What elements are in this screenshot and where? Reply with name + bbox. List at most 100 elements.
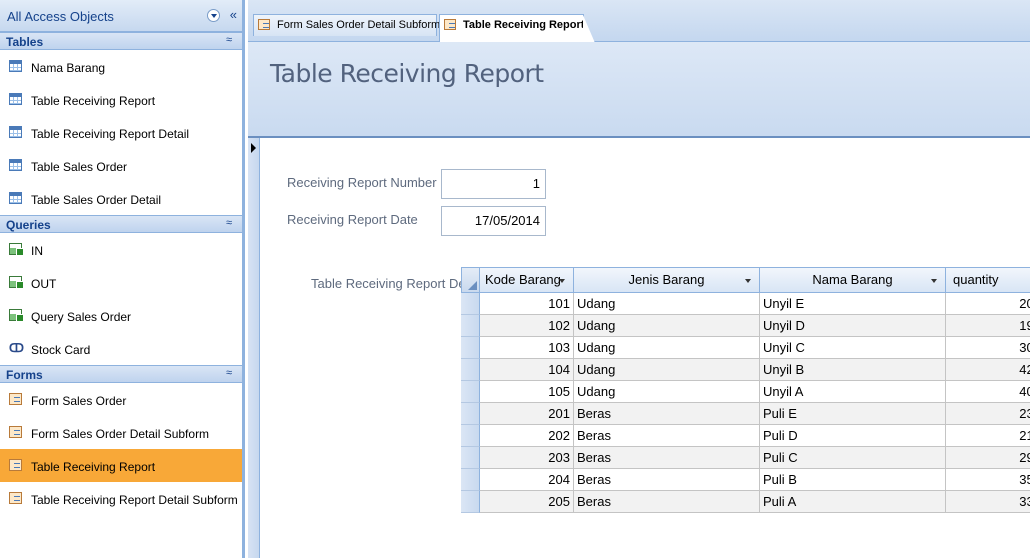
row-selector[interactable]: [461, 469, 480, 491]
chevron-up-icon[interactable]: ≈: [226, 34, 232, 46]
jenis-barang-cell[interactable]: Beras: [574, 469, 760, 491]
receiving-report-number-field[interactable]: 1: [441, 169, 546, 199]
nav-item-in[interactable]: IN: [0, 233, 242, 266]
row-selector[interactable]: [461, 293, 480, 315]
nav-item-stock-card[interactable]: ↀ Stock Card: [0, 332, 242, 365]
table-row[interactable]: 103UdangUnyil C305: [461, 337, 1030, 359]
kode-barang-cell[interactable]: 101: [480, 293, 574, 315]
quantity-cell[interactable]: 330: [946, 491, 1030, 513]
nama-barang-cell[interactable]: Puli A: [760, 491, 946, 513]
nav-item-table-receiving-report[interactable]: Table Receiving Report: [0, 449, 242, 482]
column-header-kode-barang[interactable]: Kode Barang: [480, 267, 574, 293]
receiving-report-date-field[interactable]: 17/05/2014: [441, 206, 546, 236]
nav-group-queries[interactable]: Queries ≈: [0, 215, 242, 233]
nav-item-form-sales-order[interactable]: Form Sales Order: [0, 383, 242, 416]
kode-barang-cell[interactable]: 105: [480, 381, 574, 403]
kode-barang-cell[interactable]: 205: [480, 491, 574, 513]
nav-item-table-sales-order[interactable]: Table Sales Order: [0, 149, 242, 182]
nav-collapse-icon[interactable]: «: [230, 7, 237, 22]
quantity-cell[interactable]: 355: [946, 469, 1030, 491]
nama-barang-cell[interactable]: Unyil B: [760, 359, 946, 381]
quantity-cell[interactable]: 234: [946, 403, 1030, 425]
table-row[interactable]: 205BerasPuli A330: [461, 491, 1030, 513]
nav-title[interactable]: All Access Objects: [7, 9, 114, 24]
form-icon: [9, 393, 22, 405]
jenis-barang-cell[interactable]: Beras: [574, 403, 760, 425]
jenis-barang-cell[interactable]: Udang: [574, 359, 760, 381]
nama-barang-cell[interactable]: Puli D: [760, 425, 946, 447]
column-filter-arrow-icon[interactable]: [559, 279, 565, 283]
kode-barang-cell[interactable]: 104: [480, 359, 574, 381]
nav-dropdown-icon[interactable]: [207, 9, 220, 22]
quantity-cell[interactable]: 297: [946, 447, 1030, 469]
column-filter-arrow-icon[interactable]: [745, 279, 751, 283]
column-filter-arrow-icon[interactable]: [931, 279, 937, 283]
quantity-cell[interactable]: 405: [946, 381, 1030, 403]
row-selector[interactable]: [461, 447, 480, 469]
quantity-cell[interactable]: 190: [946, 315, 1030, 337]
nav-header[interactable]: All Access Objects «: [0, 0, 242, 32]
nav-item-table-sales-order-detail[interactable]: Table Sales Order Detail: [0, 182, 242, 215]
chevron-up-icon[interactable]: ≈: [226, 367, 232, 379]
nav-item-table-receiving-report-detail[interactable]: Table Receiving Report Detail: [0, 116, 242, 149]
kode-barang-cell[interactable]: 102: [480, 315, 574, 337]
nama-barang-cell[interactable]: Unyil D: [760, 315, 946, 337]
nama-barang-cell[interactable]: Puli C: [760, 447, 946, 469]
kode-barang-cell[interactable]: 202: [480, 425, 574, 447]
jenis-barang-cell[interactable]: Beras: [574, 491, 760, 513]
table-row[interactable]: 204BerasPuli B355: [461, 469, 1030, 491]
nav-item-form-sales-order-detail-subform[interactable]: Form Sales Order Detail Subform: [0, 416, 242, 449]
nama-barang-cell[interactable]: Puli B: [760, 469, 946, 491]
nav-item-nama-barang[interactable]: Nama Barang: [0, 50, 242, 83]
nav-group-tables[interactable]: Tables ≈: [0, 32, 242, 50]
nama-barang-cell[interactable]: Unyil C: [760, 337, 946, 359]
quantity-cell[interactable]: 200: [946, 293, 1030, 315]
kode-barang-cell[interactable]: 204: [480, 469, 574, 491]
nav-group-forms[interactable]: Forms ≈: [0, 365, 242, 383]
row-selector[interactable]: [461, 315, 480, 337]
tab-table-receiving-report[interactable]: Table Receiving Report: [439, 14, 584, 42]
nama-barang-cell[interactable]: Unyil E: [760, 293, 946, 315]
kode-barang-cell[interactable]: 201: [480, 403, 574, 425]
row-selector[interactable]: [461, 359, 480, 381]
record-selector[interactable]: [248, 138, 260, 558]
column-header-nama-barang[interactable]: Nama Barang: [760, 267, 946, 293]
table-row[interactable]: 104UdangUnyil B420: [461, 359, 1030, 381]
table-row[interactable]: 202BerasPuli D212: [461, 425, 1030, 447]
row-selector[interactable]: [461, 491, 480, 513]
nama-barang-cell[interactable]: Puli E: [760, 403, 946, 425]
row-selector[interactable]: [461, 337, 480, 359]
kode-barang-cell[interactable]: 103: [480, 337, 574, 359]
jenis-barang-cell[interactable]: Udang: [574, 293, 760, 315]
form-icon: [258, 19, 270, 30]
quantity-cell[interactable]: 420: [946, 359, 1030, 381]
table-row[interactable]: 201BerasPuli E234: [461, 403, 1030, 425]
jenis-barang-cell[interactable]: Beras: [574, 425, 760, 447]
nav-item-out[interactable]: OUT: [0, 266, 242, 299]
jenis-barang-cell[interactable]: Udang: [574, 337, 760, 359]
kode-barang-cell[interactable]: 203: [480, 447, 574, 469]
select-all-corner[interactable]: [461, 267, 480, 293]
chevron-up-icon[interactable]: ≈: [226, 217, 232, 229]
table-row[interactable]: 203BerasPuli C297: [461, 447, 1030, 469]
row-selector[interactable]: [461, 381, 480, 403]
column-header-jenis-barang[interactable]: Jenis Barang: [574, 267, 760, 293]
tab-label: Form Sales Order Detail Subform: [277, 19, 441, 31]
nav-item-query-sales-order[interactable]: Query Sales Order: [0, 299, 242, 332]
nav-item-table-receiving-report[interactable]: Table Receiving Report: [0, 83, 242, 116]
row-selector[interactable]: [461, 425, 480, 447]
nav-item-table-receiving-report-detail-subform[interactable]: Table Receiving Report Detail Subform: [0, 482, 242, 515]
row-selector[interactable]: [461, 403, 480, 425]
table-row[interactable]: 102UdangUnyil D190: [461, 315, 1030, 337]
column-header-quantity[interactable]: quantity: [946, 267, 1030, 293]
table-row[interactable]: 101UdangUnyil E200: [461, 293, 1030, 315]
jenis-barang-cell[interactable]: Udang: [574, 315, 760, 337]
jenis-barang-cell[interactable]: Udang: [574, 381, 760, 403]
quantity-cell[interactable]: 212: [946, 425, 1030, 447]
jenis-barang-cell[interactable]: Beras: [574, 447, 760, 469]
quantity-cell[interactable]: 305: [946, 337, 1030, 359]
tab-form-sales-order-detail-subform[interactable]: Form Sales Order Detail Subform: [253, 14, 441, 36]
nama-barang-cell[interactable]: Unyil A: [760, 381, 946, 403]
table-row[interactable]: 105UdangUnyil A405: [461, 381, 1030, 403]
subform-datasheet[interactable]: Kode Barang Jenis Barang Nama Barang qua…: [461, 267, 1030, 558]
